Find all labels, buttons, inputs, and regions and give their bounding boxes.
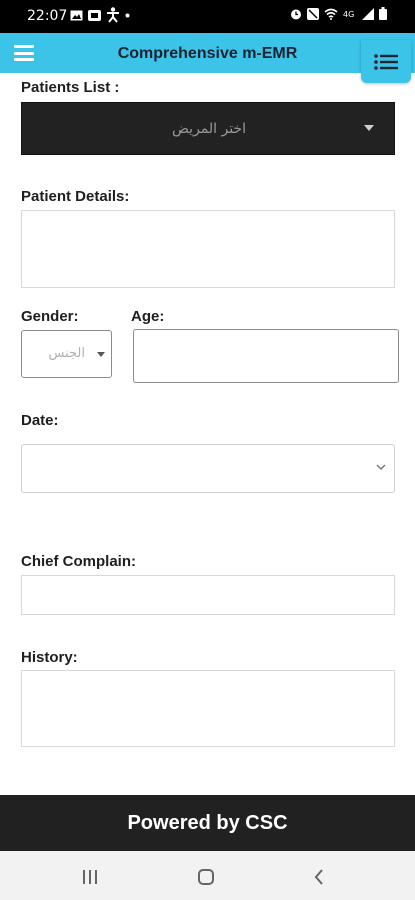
alarm-icon — [291, 9, 301, 19]
accessibility-icon — [107, 7, 119, 23]
date-label: Date: — [21, 412, 59, 429]
status-left-icons — [70, 7, 130, 23]
patient-details-textarea[interactable] — [21, 210, 395, 288]
age-input[interactable] — [133, 329, 399, 383]
status-right-icons: 4G — [290, 7, 387, 20]
svg-text:4G: 4G — [343, 10, 354, 19]
patients-select[interactable]: اختر المريض — [21, 102, 395, 155]
notification-icon — [88, 9, 101, 21]
mute-icon — [307, 7, 319, 20]
patients-list-label: Patients List : — [21, 79, 120, 96]
wifi-icon — [324, 8, 338, 20]
signal-icon — [362, 7, 374, 20]
volte-icon: 4G — [343, 10, 354, 19]
gallery-icon — [70, 10, 83, 20]
caret-down-icon — [97, 352, 105, 357]
chevron-down-icon — [376, 464, 386, 470]
patient-details-label: Patient Details: — [21, 188, 130, 205]
list-menu-button[interactable] — [361, 40, 411, 83]
dot-icon — [125, 13, 130, 17]
recents-icon[interactable] — [83, 870, 97, 884]
system-nav-bar — [0, 851, 415, 900]
patients-select-value: اختر المريض — [172, 121, 246, 137]
date-select[interactable] — [21, 444, 395, 493]
gender-select-value: الجنس — [48, 346, 85, 361]
app-title: Comprehensive m-EMR — [117, 45, 298, 62]
gender-label: Gender: — [21, 308, 79, 325]
chief-complain-label: Chief Complain: — [21, 553, 136, 570]
list-icon — [374, 54, 398, 70]
battery-icon — [379, 7, 387, 20]
status-bar: 22:07 4G — [0, 0, 415, 33]
gender-select[interactable]: الجنس — [21, 330, 112, 378]
footer-text: Powered by CSC — [127, 812, 288, 834]
footer-bar: Powered by CSC — [0, 795, 415, 851]
back-icon[interactable] — [314, 869, 324, 885]
age-label: Age: — [131, 308, 165, 325]
chief-complain-input[interactable] — [21, 575, 395, 615]
history-label: History: — [21, 649, 78, 666]
status-time: 22:07 — [27, 8, 68, 24]
app-bar: Comprehensive m-EMR — [0, 33, 415, 73]
history-textarea[interactable] — [21, 670, 395, 747]
home-icon[interactable] — [198, 869, 214, 885]
caret-down-icon — [364, 125, 374, 131]
